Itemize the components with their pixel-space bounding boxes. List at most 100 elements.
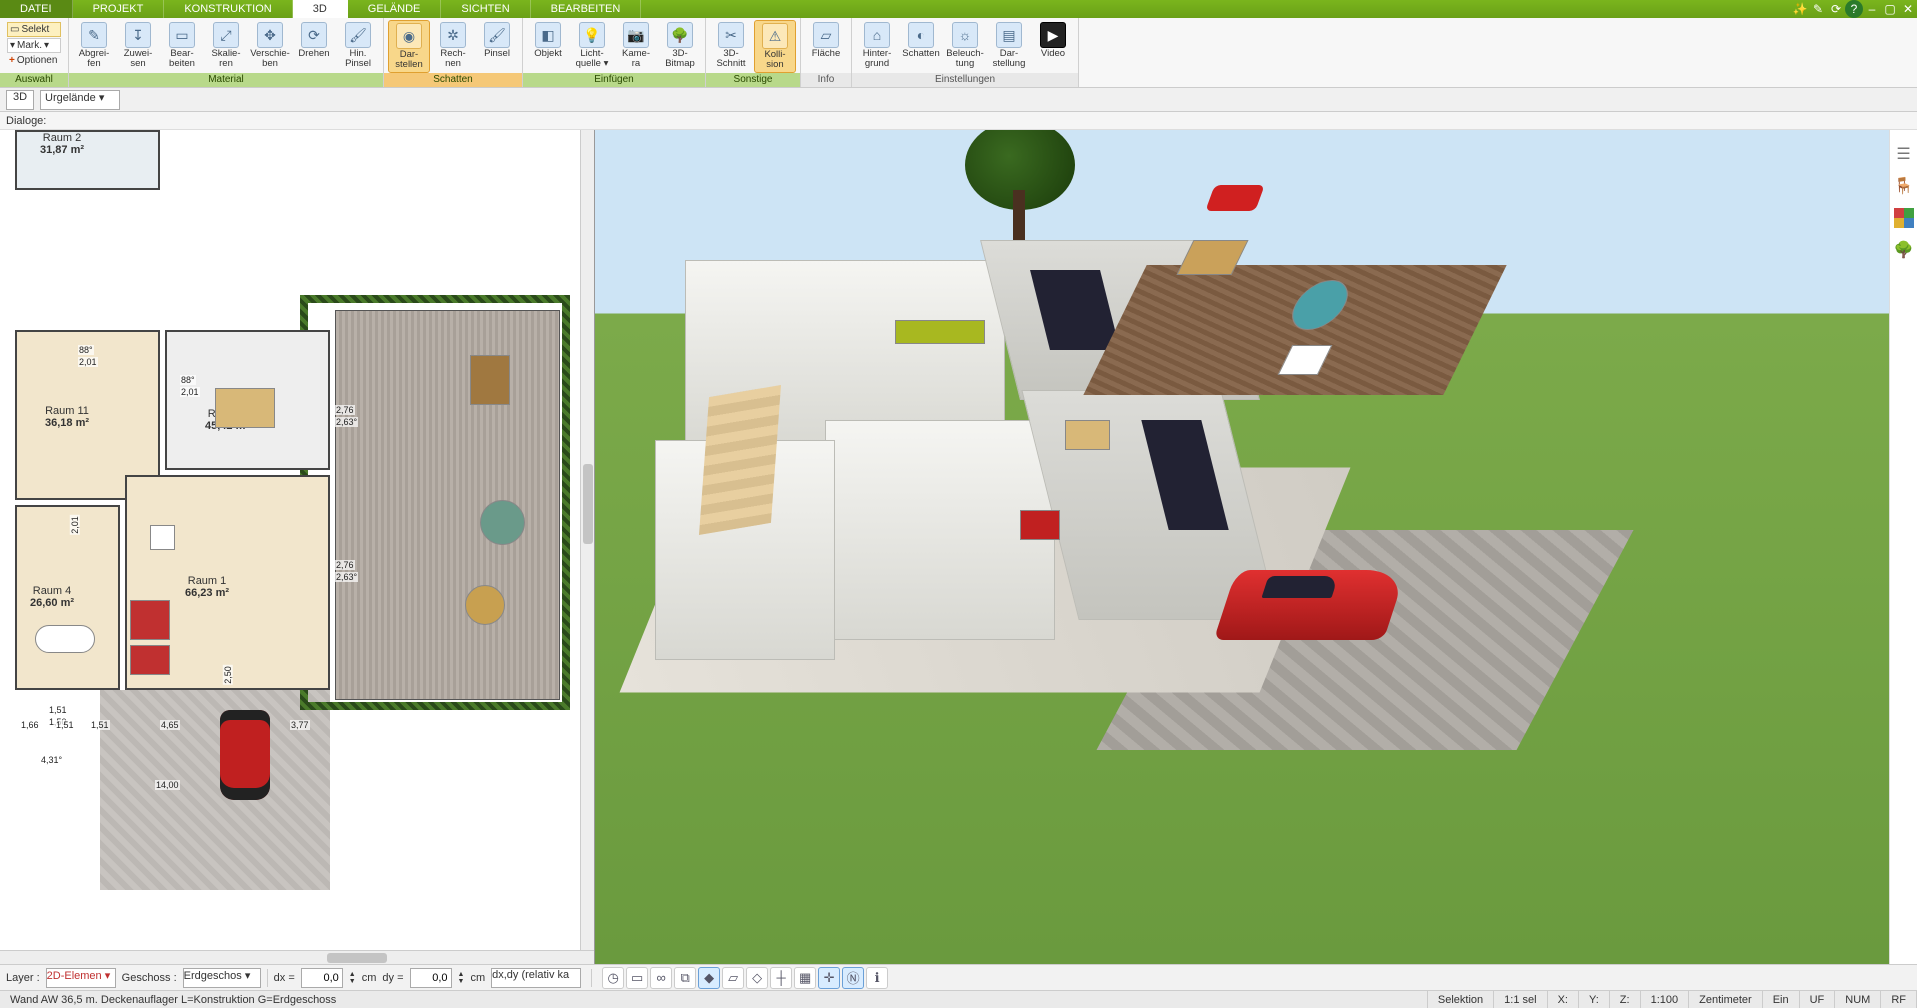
dimension-label: 1,51 (48, 705, 68, 715)
dimension-label: 2,63° (335, 417, 358, 427)
dimension-label: 4,65 (160, 720, 180, 730)
hintergrund-button[interactable]: ⌂Hinter-grund (856, 20, 898, 71)
status-bar: Wand AW 36,5 m. Deckenauflager L=Konstru… (0, 990, 1917, 1008)
rechnen-button[interactable]: ✲Rech-nen (432, 20, 474, 71)
hin-pinsel-button[interactable]: 🖌Hin.Pinsel (337, 20, 379, 71)
tree-icon[interactable]: 🌳 (1894, 240, 1914, 260)
ribbon-group-sonstige: ✂3D-Schnitt ⚠Kolli-sion Sonstige (706, 18, 801, 87)
dx-input[interactable] (301, 968, 343, 988)
dy-input[interactable] (410, 968, 452, 988)
menu-tab-sichten[interactable]: SICHTEN (441, 0, 530, 18)
ribbon-group-einstellungen: ⌂Hinter-grund ◐Schatten ☼Beleuch-tung ▤D… (852, 18, 1079, 87)
schatten-einst-button[interactable]: ◐Schatten (900, 20, 942, 61)
dy-stepper[interactable]: ▲▼ (458, 971, 465, 985)
dialog-bar: Dialoge: (0, 112, 1917, 130)
ribbon-group-auswahl: ▭ Selekt ▾ Mark. ▾ +Optionen Auswahl (0, 18, 69, 87)
darstellung-button[interactable]: ▤Dar-stellung (988, 20, 1030, 71)
menu-bar: DATEI PROJEKT KONSTRUKTION 3D GELÄNDE SI… (0, 0, 1917, 18)
bearbeiten-button[interactable]: ▭Bear-beiten (161, 20, 203, 71)
drehen-button[interactable]: ⟳Drehen (293, 20, 335, 61)
info-icon[interactable]: ℹ (866, 967, 888, 989)
room-label: Raum 166,23 m² (185, 575, 229, 599)
layer-select[interactable]: 2D-Elemen ▾ (46, 968, 116, 988)
ribbon: ▭ Selekt ▾ Mark. ▾ +Optionen Auswahl ✎Ab… (0, 18, 1917, 88)
3d-bitmap-button[interactable]: 🌳3D-Bitmap (659, 20, 701, 71)
layers-icon[interactable]: ☰ (1894, 144, 1914, 164)
dxdy-mode-select[interactable]: dx,dy (relativ ka (491, 968, 581, 988)
objekt-button[interactable]: ◧Objekt (527, 20, 569, 61)
status-x: X: (1548, 991, 1579, 1008)
grid-icon[interactable]: ▦ (794, 967, 816, 989)
pencil-icon[interactable]: ✎ (1809, 0, 1827, 18)
zuweisen-button[interactable]: ↧Zuwei-sen (117, 20, 159, 71)
view-selector-bar: 3D Urgelände ▾ (0, 88, 1917, 112)
ribbon-group-label: Auswahl (0, 73, 68, 87)
menu-tab-konstruktion[interactable]: KONSTRUKTION (164, 0, 292, 18)
refresh-icon[interactable]: ⟳ (1827, 0, 1845, 18)
options-button[interactable]: +Optionen (7, 54, 61, 67)
status-message: Wand AW 36,5 m. Deckenauflager L=Konstru… (0, 991, 1428, 1008)
north-icon[interactable]: Ⓝ (842, 967, 864, 989)
mark-mode-button[interactable]: ▾ Mark. ▾ (7, 38, 61, 53)
menu-tab-projekt[interactable]: PROJEKT (73, 0, 165, 18)
axis-icon[interactable]: ✛ (818, 967, 840, 989)
ribbon-group-label: Einstellungen (852, 73, 1078, 87)
dimension-label: 4,31° (40, 755, 63, 765)
view-mode-select[interactable]: 3D (6, 90, 34, 110)
tree-3d (965, 130, 1075, 240)
darstellen-button[interactable]: ◉Dar-stellen (388, 20, 430, 73)
kamera-button[interactable]: 📷Kame-ra (615, 20, 657, 71)
help-icon[interactable]: ? (1845, 0, 1863, 18)
menu-tab-datei[interactable]: DATEI (0, 0, 73, 18)
restore-window-icon[interactable]: ▢ (1881, 0, 1899, 18)
magnet-icon[interactable]: ⧉ (674, 967, 696, 989)
clock-icon[interactable]: ◷ (602, 967, 624, 989)
ribbon-group-label: Schatten (384, 73, 522, 87)
unit-label: cm (362, 972, 377, 984)
close-window-icon[interactable]: ✕ (1899, 0, 1917, 18)
monitor-icon[interactable]: ▭ (626, 967, 648, 989)
dialog-label: Dialoge: (6, 115, 46, 127)
bottom-toolbar: Layer : 2D-Elemen ▾ Geschoss : Erdgescho… (0, 964, 1917, 990)
menu-tab-gelaende[interactable]: GELÄNDE (348, 0, 442, 18)
video-button[interactable]: ▶Video (1032, 20, 1074, 61)
ribbon-group-schatten: ◉Dar-stellen ✲Rech-nen 🖌Pinsel Schatten (384, 18, 523, 87)
wand-icon[interactable]: ✨ (1791, 0, 1809, 18)
link-icon[interactable]: ∞ (650, 967, 672, 989)
ribbon-group-label: Material (69, 73, 383, 87)
status-z: Z: (1610, 991, 1641, 1008)
beleuchtung-button[interactable]: ☼Beleuch-tung (944, 20, 986, 71)
dimension-label: 88° (180, 375, 196, 385)
skalieren-button[interactable]: ⤢Skalie-ren (205, 20, 247, 71)
snap-edge-icon[interactable]: ▱ (722, 967, 744, 989)
floor-select[interactable]: Erdgeschos ▾ (183, 968, 261, 988)
terrain-select[interactable]: Urgelände ▾ (40, 90, 120, 110)
ortho-icon[interactable]: ┼ (770, 967, 792, 989)
snap-icon-strip: ◷ ▭ ∞ ⧉ ◆ ▱ ◇ ┼ ▦ ✛ Ⓝ ℹ (602, 967, 888, 989)
abgreifen-button[interactable]: ✎Abgrei-fen (73, 20, 115, 71)
verschieben-button[interactable]: ✥Verschie-ben (249, 20, 291, 71)
dimension-label: 2,50 (223, 665, 233, 685)
pinsel-button[interactable]: 🖌Pinsel (476, 20, 518, 61)
3d-viewport[interactable]: ☰ 🪑 🌳 (595, 130, 1917, 964)
status-flag-ein: Ein (1763, 991, 1800, 1008)
scrollbar-horizontal[interactable] (0, 950, 594, 964)
flaeche-button[interactable]: ▱Fläche (805, 20, 847, 61)
lichtquelle-button[interactable]: 💡Licht-quelle ▾ (571, 20, 613, 71)
unit-label: cm (470, 972, 485, 984)
select-mode-button[interactable]: ▭ Selekt (7, 22, 61, 37)
menu-tab-bearbeiten[interactable]: BEARBEITEN (531, 0, 642, 18)
dx-stepper[interactable]: ▲▼ (349, 971, 356, 985)
minimize-window-icon[interactable]: ‒ (1863, 0, 1881, 18)
snap-face-icon[interactable]: ◇ (746, 967, 768, 989)
scrollbar-vertical[interactable] (580, 130, 594, 964)
2d-plan-viewport[interactable]: Raum 231,87 m² Raum 1136,18 m² Raum 345,… (0, 130, 595, 964)
kollision-button[interactable]: ⚠Kolli-sion (754, 20, 796, 73)
dimension-label: 88° (78, 345, 94, 355)
palette-icon[interactable] (1894, 208, 1914, 228)
3d-schnitt-button[interactable]: ✂3D-Schnitt (710, 20, 752, 71)
menu-tab-3d[interactable]: 3D (293, 0, 348, 18)
furniture-icon[interactable]: 🪑 (1894, 176, 1914, 196)
snap-endpoint-icon[interactable]: ◆ (698, 967, 720, 989)
car-2d (220, 710, 270, 800)
